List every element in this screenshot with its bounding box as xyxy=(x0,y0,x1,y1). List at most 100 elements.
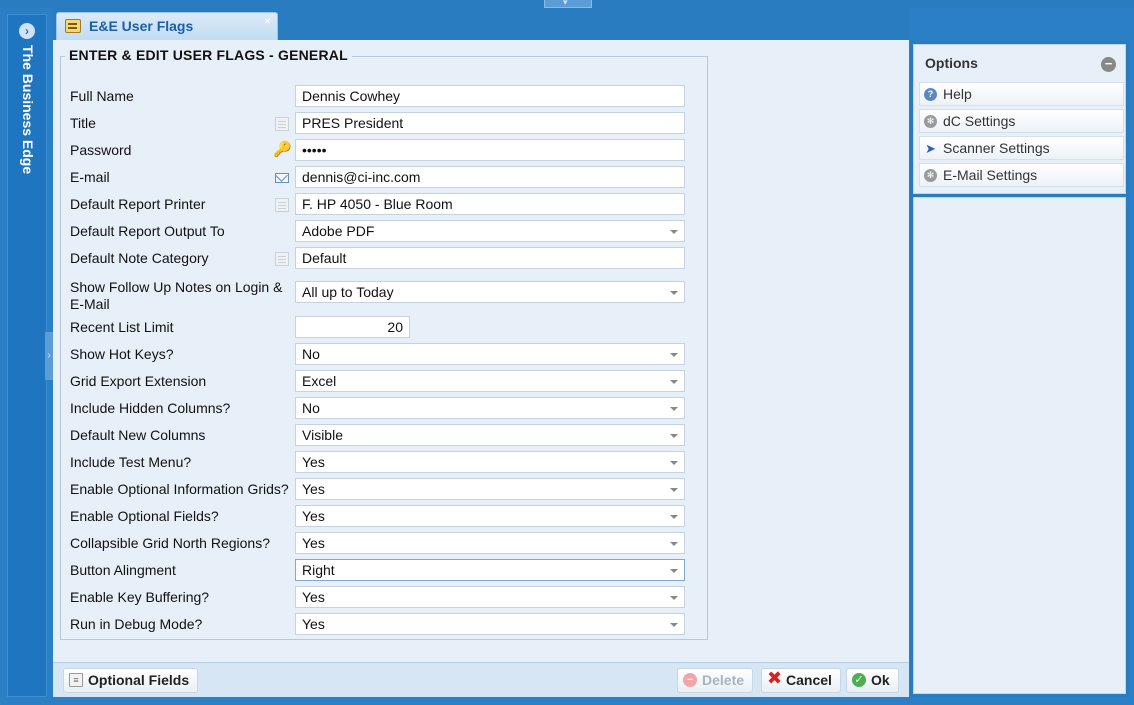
button-alignment-select[interactable]: Right xyxy=(295,559,685,581)
help-icon: ? xyxy=(924,88,937,101)
dropdown-arrow-icon[interactable] xyxy=(670,380,678,384)
expand-sidebar-icon[interactable]: › xyxy=(19,23,35,39)
full-name-field[interactable]: Dennis Cowhey xyxy=(295,85,685,107)
dropdown-arrow-icon[interactable] xyxy=(670,407,678,411)
debug-mode-select[interactable]: Yes xyxy=(295,613,685,635)
options-title: Options xyxy=(925,55,978,71)
west-splitter[interactable]: › xyxy=(45,332,53,380)
hot-keys-select[interactable]: No xyxy=(295,343,685,365)
gear-icon: ✻ xyxy=(924,115,937,128)
dropdown-arrow-icon[interactable] xyxy=(670,230,678,234)
close-tab-icon[interactable]: × xyxy=(264,14,271,28)
email-label: E-mail xyxy=(70,169,110,185)
select-value: All up to Today xyxy=(302,284,394,300)
hot-keys-label: Show Hot Keys? xyxy=(70,346,174,362)
dropdown-arrow-icon[interactable] xyxy=(670,461,678,465)
password-field[interactable]: ••••• xyxy=(295,139,685,161)
follow-up-notes-select[interactable]: All up to Today xyxy=(295,281,685,303)
title-field[interactable]: PRES President xyxy=(295,112,685,134)
app-frame: ▾ › The Business Edge › E&E User Flags ×… xyxy=(0,0,1134,705)
optional-fields-select[interactable]: Yes xyxy=(295,505,685,527)
button-label: Delete xyxy=(702,672,745,688)
lookup-icon[interactable] xyxy=(275,117,289,131)
options-body xyxy=(913,197,1126,694)
fieldset-legend: ENTER & EDIT USER FLAGS - GENERAL xyxy=(65,47,352,63)
flag-form-icon xyxy=(65,19,81,33)
delete-button[interactable]: − Delete xyxy=(677,668,754,693)
select-value: Yes xyxy=(302,616,325,632)
note-category-field[interactable]: Default xyxy=(295,247,685,269)
collapse-icon[interactable]: − xyxy=(1101,57,1116,72)
options-item-email-settings[interactable]: ✻ E-Mail Settings xyxy=(919,163,1124,187)
key-buffering-label: Enable Key Buffering? xyxy=(70,589,210,605)
row-test-menu: Include Test Menu? Yes xyxy=(70,451,685,475)
report-output-select[interactable]: Adobe PDF xyxy=(295,220,685,242)
dropdown-arrow-icon[interactable] xyxy=(670,569,678,573)
sidebar-title: The Business Edge xyxy=(20,45,36,175)
recent-list-limit-label: Recent List Limit xyxy=(70,319,174,335)
item-label: Scanner Settings xyxy=(943,140,1050,156)
recent-list-limit-field[interactable]: 20 xyxy=(295,316,410,338)
cancel-x-icon: ✖ xyxy=(767,668,783,688)
item-label: Help xyxy=(943,86,972,102)
hidden-columns-select[interactable]: No xyxy=(295,397,685,419)
new-columns-select[interactable]: Visible xyxy=(295,424,685,446)
debug-mode-label: Run in Debug Mode? xyxy=(70,616,203,632)
lookup-icon[interactable] xyxy=(275,252,289,266)
hidden-columns-label: Include Hidden Columns? xyxy=(70,400,231,416)
button-label: Ok xyxy=(871,672,890,688)
report-printer-field[interactable]: F. HP 4050 - Blue Room xyxy=(295,193,685,215)
select-value: No xyxy=(302,400,320,416)
cancel-button[interactable]: ✖ Cancel xyxy=(761,668,841,693)
dropdown-arrow-icon[interactable] xyxy=(670,434,678,438)
delete-icon: − xyxy=(683,673,697,687)
optional-fields-label: Enable Optional Fields? xyxy=(70,508,219,524)
dropdown-arrow-icon[interactable] xyxy=(670,542,678,546)
select-value: Visible xyxy=(302,427,343,443)
check-icon: ✓ xyxy=(852,673,866,687)
button-alignment-label: Button Alingment xyxy=(70,562,176,578)
select-value: Yes xyxy=(302,508,325,524)
info-grids-select[interactable]: Yes xyxy=(295,478,685,500)
form-area: ENTER & EDIT USER FLAGS - GENERAL Full N… xyxy=(53,40,909,662)
dropdown-arrow-icon[interactable] xyxy=(670,488,678,492)
options-item-help[interactable]: ? Help xyxy=(919,82,1124,106)
bottom-toolbar: ≡ Optional Fields − Delete ✖ Cancel ✓ Ok xyxy=(53,662,909,697)
north-region-toggle[interactable]: ▾ xyxy=(544,0,592,8)
row-title: Title PRES President xyxy=(70,112,685,136)
grid-north-select[interactable]: Yes xyxy=(295,532,685,554)
dropdown-arrow-icon[interactable] xyxy=(670,291,678,295)
west-sidebar[interactable]: › The Business Edge xyxy=(7,14,47,697)
dropdown-arrow-icon[interactable] xyxy=(670,515,678,519)
scanner-icon: ➤ xyxy=(925,141,936,156)
row-info-grids: Enable Optional Information Grids? Yes xyxy=(70,478,685,502)
select-value: No xyxy=(302,346,320,362)
dropdown-arrow-icon[interactable] xyxy=(670,353,678,357)
dropdown-arrow-icon[interactable] xyxy=(670,596,678,600)
key-buffering-select[interactable]: Yes xyxy=(295,586,685,608)
tab-user-flags[interactable]: E&E User Flags × xyxy=(56,12,278,40)
test-menu-select[interactable]: Yes xyxy=(295,451,685,473)
optional-fields-button[interactable]: ≡ Optional Fields xyxy=(63,668,199,693)
options-item-scanner-settings[interactable]: ➤ Scanner Settings xyxy=(919,136,1124,160)
password-label: Password xyxy=(70,142,132,158)
options-item-dc-settings[interactable]: ✻ dC Settings xyxy=(919,109,1124,133)
lookup-icon[interactable] xyxy=(275,198,289,212)
row-recent-list-limit: Recent List Limit 20 xyxy=(70,316,685,340)
report-output-label: Default Report Output To xyxy=(70,223,225,239)
envelope-icon[interactable] xyxy=(275,173,289,183)
options-menu: Options − ? Help ✻ dC Settings ➤ Scanner Se… xyxy=(913,44,1126,194)
email-field[interactable]: dennis@ci-inc.com xyxy=(295,166,685,188)
item-label: dC Settings xyxy=(943,113,1016,129)
row-full-name: Full Name Dennis Cowhey xyxy=(70,85,685,109)
item-label: E-Mail Settings xyxy=(943,167,1038,183)
select-value: Yes xyxy=(302,481,325,497)
dropdown-arrow-icon[interactable] xyxy=(670,623,678,627)
row-debug-mode: Run in Debug Mode? Yes xyxy=(70,613,685,637)
select-value: Yes xyxy=(302,535,325,551)
main-panel: E&E User Flags × ENTER & EDIT USER FLAGS… xyxy=(53,8,909,697)
ok-button[interactable]: ✓ Ok xyxy=(846,668,899,693)
grid-export-select[interactable]: Excel xyxy=(295,370,685,392)
full-name-label: Full Name xyxy=(70,88,134,104)
row-password: Password 🔑 ••••• xyxy=(70,139,685,163)
